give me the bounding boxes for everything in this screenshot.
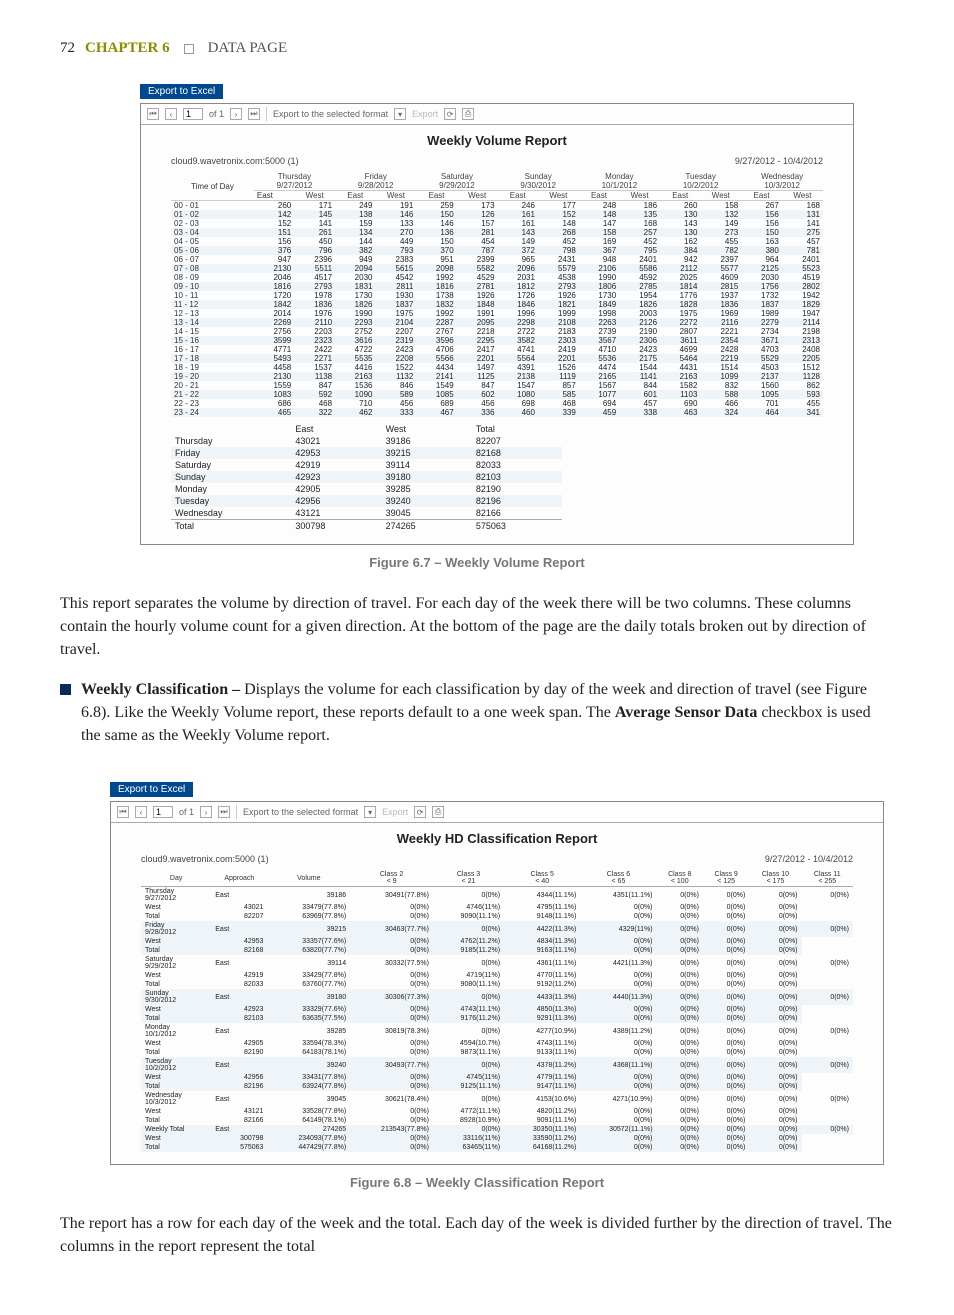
print-icon[interactable]: ⎙ (462, 108, 474, 120)
figure-caption-1: Figure 6.7 – Weekly Volume Report (60, 555, 894, 570)
export-label: Export (412, 109, 438, 119)
export-format-label: Export to the selected format (243, 807, 358, 817)
weekly-volume-report-box: ⏮ ‹ of 1 › ⏭ Export to the selected form… (140, 103, 854, 545)
last-page-icon[interactable]: ⏭ (248, 108, 260, 120)
bullet-title: Weekly Classification – (81, 681, 240, 698)
refresh-icon[interactable]: ⟳ (414, 806, 426, 818)
print-icon[interactable]: ⎙ (432, 806, 444, 818)
report-title-2: Weekly HD Classification Report (111, 823, 883, 850)
report-toolbar-2: ⏮ ‹ of 1 › ⏭ Export to the selected form… (111, 802, 883, 823)
of-label: of 1 (209, 109, 224, 119)
page-number: 72 (60, 40, 75, 57)
export-format-label: Export to the selected format (273, 109, 388, 119)
last-page-icon[interactable]: ⏭ (218, 806, 230, 818)
date-range-2: 9/27/2012 - 10/4/2012 (765, 854, 853, 864)
average-sensor-data: Average Sensor Data (615, 704, 758, 721)
of-label: of 1 (179, 807, 194, 817)
format-dropdown-icon[interactable]: ▾ (364, 806, 376, 818)
export-to-excel-button[interactable]: Export to Excel (140, 84, 223, 99)
page-input[interactable] (183, 108, 203, 120)
weekly-classification-report-box: ⏮ ‹ of 1 › ⏭ Export to the selected form… (110, 801, 884, 1165)
bullet-square-icon (60, 684, 71, 695)
server-label-2: cloud9.wavetronix.com:5000 (1) (141, 854, 269, 864)
refresh-icon[interactable]: ⟳ (444, 108, 456, 120)
paragraph-1: This report separates the volume by dire… (60, 592, 894, 662)
report-toolbar: ⏮ ‹ of 1 › ⏭ Export to the selected form… (141, 104, 853, 125)
paragraph-2: The report has a row for each day of the… (60, 1212, 894, 1258)
summary-table: EastWestTotalThursday430213918682207Frid… (171, 423, 562, 532)
report-title: Weekly Volume Report (141, 125, 853, 152)
weekly-classification-bullet: Weekly Classification – Displays the vol… (81, 678, 894, 748)
volume-table: Time of DayThursday9/27/2012Friday9/28/2… (171, 172, 823, 417)
server-label: cloud9.wavetronix.com:5000 (1) (171, 156, 299, 166)
chapter-label: CHAPTER 6 (85, 40, 170, 57)
next-page-icon[interactable]: › (230, 108, 242, 120)
export-label: Export (382, 807, 408, 817)
format-dropdown-icon[interactable]: ▾ (394, 108, 406, 120)
export-to-excel-button-2[interactable]: Export to Excel (110, 782, 193, 797)
prev-page-icon[interactable]: ‹ (135, 806, 147, 818)
prev-page-icon[interactable]: ‹ (165, 108, 177, 120)
square-ornament (184, 44, 194, 54)
figure-caption-2: Figure 6.8 – Weekly Classification Repor… (60, 1175, 894, 1190)
first-page-icon[interactable]: ⏮ (147, 108, 159, 120)
page-header: 72 CHAPTER 6 DATA PAGE (60, 40, 894, 57)
next-page-icon[interactable]: › (200, 806, 212, 818)
first-page-icon[interactable]: ⏮ (117, 806, 129, 818)
classification-table: DayApproachVolumeClass 2< 9Class 3< 21Cl… (141, 870, 853, 1152)
chapter-title: DATA PAGE (208, 40, 288, 57)
date-range: 9/27/2012 - 10/4/2012 (735, 156, 823, 166)
page-input[interactable] (153, 806, 173, 818)
